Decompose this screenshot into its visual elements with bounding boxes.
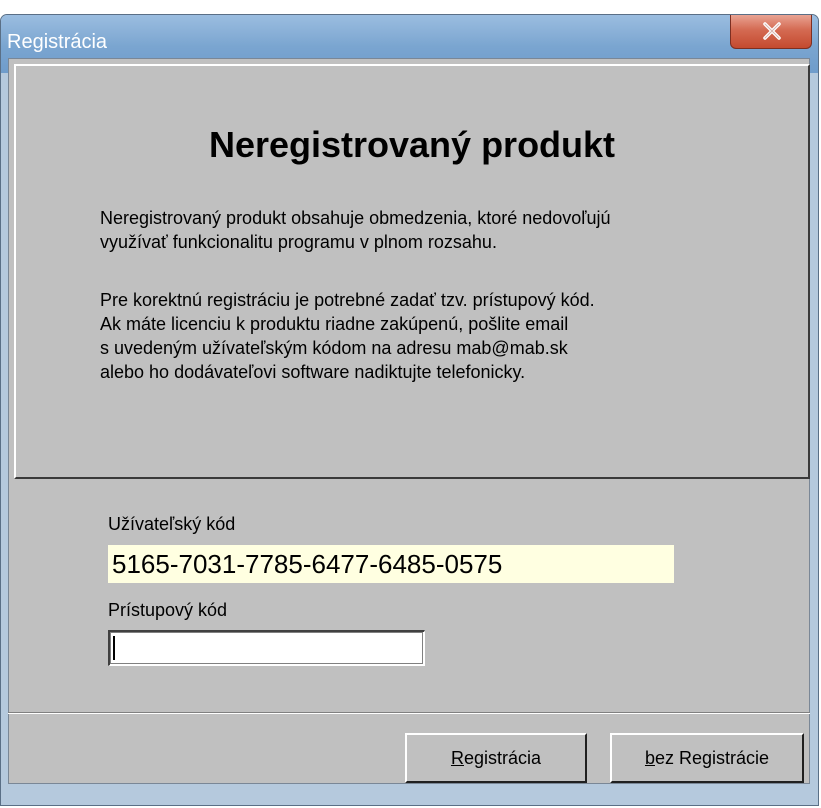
info-paragraph-1: Neregistrovaný produkt obsahuje obmedzen… — [100, 206, 780, 254]
skip-label: ez Registrácie — [654, 747, 770, 768]
info-line: Pre korektnú registráciu je potrebné zad… — [100, 290, 595, 310]
close-button[interactable] — [730, 15, 812, 49]
button-divider — [8, 712, 810, 714]
text-caret — [113, 636, 115, 660]
info-line: Ak máte licenciu k produktu riadne zakúp… — [100, 314, 569, 334]
info-line: alebo ho dodávateľovi software nadiktujt… — [100, 362, 526, 382]
info-paragraph-2: Pre korektnú registráciu je potrebné zad… — [100, 288, 780, 384]
register-mnemonic: R — [450, 747, 464, 768]
register-label: egistrácia — [463, 747, 542, 768]
access-code-label: Prístupový kód — [108, 600, 228, 620]
info-panel: Neregistrovaný produkt Neregistrovaný pr… — [14, 64, 810, 479]
register-button[interactable]: Registrácia — [405, 733, 587, 783]
page-title: Neregistrovaný produkt — [208, 124, 616, 165]
user-code-label: Užívateľský kód — [108, 514, 236, 534]
window-title: Registrácia — [7, 31, 108, 53]
close-x-icon — [763, 22, 781, 40]
info-line: využívať funkcionalitu programu v plnom … — [100, 232, 497, 252]
access-code-input[interactable] — [108, 630, 425, 666]
info-line: Neregistrovaný produkt obsahuje obmedzen… — [100, 208, 611, 228]
info-line: s uvedeným užívateľským kódom na adresu … — [100, 338, 568, 358]
user-code-value: 5165-7031-7785-6477-6485-0575 — [108, 545, 674, 583]
skip-registration-button[interactable]: b ez Registrácie — [610, 733, 804, 783]
skip-mnemonic: b — [644, 747, 655, 768]
